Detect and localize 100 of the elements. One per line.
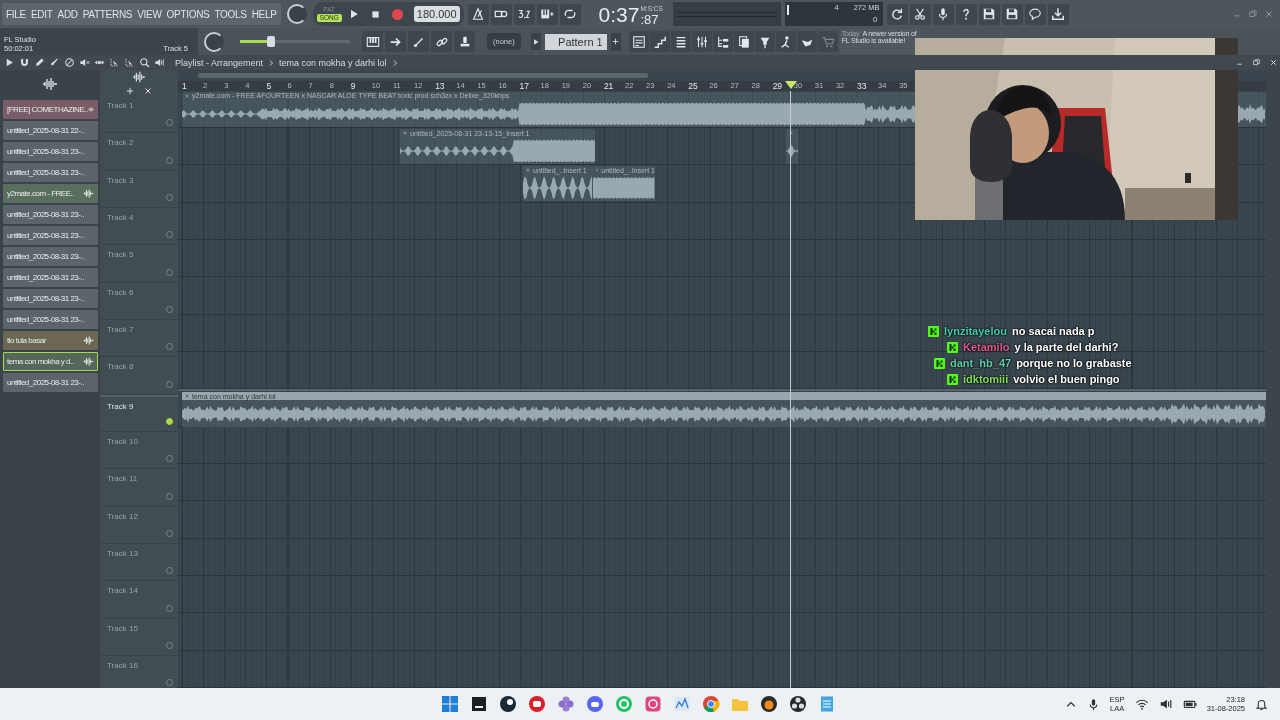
toolbar-button[interactable] (932, 3, 954, 25)
menu-item[interactable]: FILE (5, 8, 27, 20)
pattern-item[interactable]: untitled_2025-08-31 23-.. (3, 373, 98, 392)
toolbar-button[interactable] (513, 3, 535, 25)
track-toggle[interactable] (166, 417, 173, 425)
toolbar-button[interactable] (628, 31, 649, 52)
toolbar-button[interactable] (1001, 3, 1023, 25)
track-label[interactable]: Track 4 (107, 213, 134, 222)
notification-icon[interactable] (1255, 697, 1268, 711)
close-icon[interactable] (143, 86, 153, 96)
track-label[interactable]: Track 14 (107, 586, 138, 596)
menu-item[interactable]: EDIT (29, 8, 54, 20)
toolbar-button[interactable] (754, 31, 775, 52)
track-label[interactable]: Track 10 (107, 436, 138, 446)
toolbar-button[interactable] (955, 3, 977, 25)
aperture-icon[interactable] (789, 695, 807, 713)
wifi-icon[interactable] (1134, 697, 1149, 711)
toolbar-button[interactable] (886, 3, 908, 25)
speaker-icon[interactable] (154, 57, 165, 68)
pattern-item[interactable]: y2mate.com - FREE.. (3, 184, 98, 203)
pattern-item[interactable]: untitled_2025-08-31 23-.. (3, 310, 98, 329)
toolbar-button[interactable] (712, 31, 733, 52)
toolbar-button[interactable] (796, 31, 817, 52)
pattern-item[interactable]: tema con mokha y d.. (3, 352, 98, 371)
track-label[interactable]: Track 12 (107, 511, 138, 521)
toolbar-button[interactable] (1047, 3, 1069, 25)
tiles-icon[interactable] (441, 695, 459, 713)
pattern-arrow-button[interactable] (530, 33, 541, 50)
add-pattern-button[interactable] (610, 32, 621, 51)
toolbar-button[interactable] (1024, 3, 1046, 25)
track-label[interactable]: Track 11 (107, 474, 138, 484)
pattern-item[interactable]: tio tula basar (3, 331, 98, 350)
toolbar-button[interactable] (978, 3, 1000, 25)
terminal-icon[interactable] (470, 695, 488, 713)
flower-icon[interactable] (557, 695, 575, 713)
pattern-selector[interactable]: Pattern 1 (544, 33, 607, 50)
add-track-icon[interactable] (125, 86, 135, 96)
audio-clip[interactable] (786, 129, 798, 165)
chart-icon[interactable] (673, 695, 691, 713)
tempo-field[interactable]: 180.000 (413, 6, 460, 22)
brush-icon[interactable] (49, 57, 60, 68)
toolbar-button[interactable] (909, 3, 931, 25)
bar-number: 29 (772, 80, 783, 91)
toolbar-button[interactable] (691, 31, 712, 52)
camera-icon[interactable] (644, 695, 662, 713)
toolbar-button[interactable] (536, 3, 558, 25)
browser-icon[interactable] (702, 695, 720, 713)
pitch-knob[interactable] (204, 31, 224, 52)
pattern-item[interactable]: untitled_2025-08-31 23-.. (3, 226, 98, 245)
track-label[interactable]: Track 6 (107, 287, 134, 297)
track-label[interactable]: Track 7 (107, 324, 134, 334)
pattern-item[interactable]: untitled_2025-08-31 23-.. (3, 289, 98, 308)
pattern-item[interactable]: untitled_2025-08-31 23-.. (3, 205, 98, 224)
menu-item[interactable]: PATTERNS (81, 8, 134, 20)
toolbar-button[interactable] (490, 3, 512, 25)
menu-item[interactable]: TOOLS (213, 8, 248, 20)
delete-icon[interactable] (64, 57, 75, 68)
play-icon[interactable] (4, 57, 15, 68)
track-label[interactable]: Track 1 (107, 101, 134, 110)
mute-icon[interactable] (79, 57, 90, 68)
toolbar-button[interactable] (362, 31, 383, 52)
waveform-icon[interactable] (42, 75, 58, 92)
pattern-item[interactable]: untitled_2025-08-31 22-.. (3, 121, 98, 140)
pattern-item[interactable]: untitled_2025-08-31 23-.. (3, 268, 98, 287)
toolbar-button[interactable] (467, 3, 489, 25)
track-label[interactable]: Track 15 (107, 623, 138, 633)
scrollbar[interactable] (198, 72, 648, 78)
toolbar-button[interactable] (733, 31, 754, 52)
slider-thumb[interactable] (266, 36, 275, 47)
toolbar-button[interactable] (431, 31, 452, 52)
track-label[interactable]: Track 13 (107, 548, 138, 558)
disc-icon[interactable] (499, 695, 517, 713)
volume-icon[interactable] (1158, 697, 1173, 711)
pattern-item[interactable]: untitled_2025-08-31 23-.. (3, 142, 98, 161)
track-label[interactable]: Track 3 (107, 175, 134, 185)
menu-item[interactable]: HELP (250, 8, 278, 20)
pattern-item[interactable]: untitled_2025-08-31 23-.. (3, 163, 98, 182)
toolbar-button[interactable] (408, 31, 429, 52)
menu-item[interactable]: OPTIONS (165, 8, 211, 20)
toolbar-button[interactable] (649, 31, 670, 52)
toolbar-button[interactable] (559, 3, 581, 25)
pencil-icon[interactable] (34, 57, 45, 68)
toolbar-button[interactable] (670, 31, 691, 52)
magnet-icon[interactable] (19, 57, 30, 68)
track-label[interactable]: Track 9 (107, 401, 134, 411)
toolbar-button[interactable] (454, 31, 475, 52)
menu-item[interactable]: ADD (56, 8, 79, 20)
pattern-item[interactable]: [FREE] COMETHAZINE.. (3, 100, 98, 119)
menu-item[interactable]: VIEW (136, 8, 163, 20)
tempo-knob[interactable] (286, 4, 307, 24)
select-icon[interactable] (109, 57, 120, 68)
track-label[interactable]: Track 5 (107, 250, 134, 260)
track-label[interactable]: Track 8 (107, 362, 134, 372)
toolbar-button[interactable] (385, 31, 406, 52)
track-label[interactable]: Track 2 (107, 138, 134, 148)
waveform-icon[interactable] (132, 70, 146, 84)
zoom-icon[interactable] (139, 57, 150, 68)
track-label[interactable]: Track 16 (107, 660, 138, 670)
toolbar-button[interactable] (775, 31, 796, 52)
pattern-item[interactable]: untitled_2025-08-31 23-.. (3, 247, 98, 266)
